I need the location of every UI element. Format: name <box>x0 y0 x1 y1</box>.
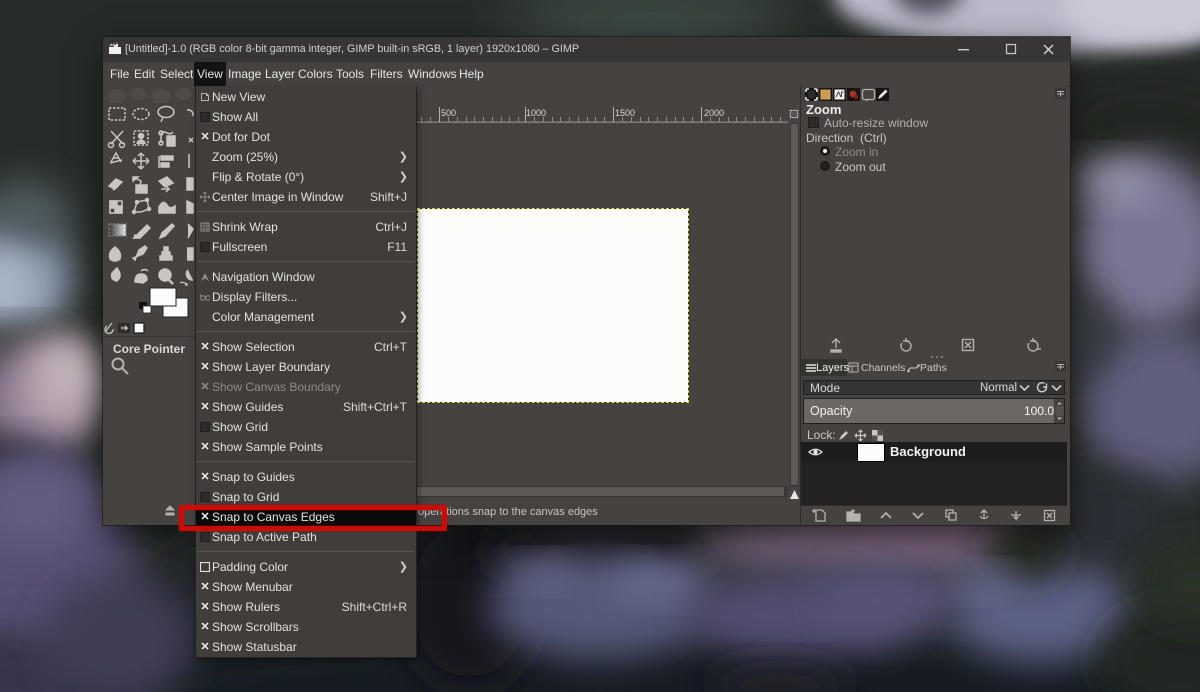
svg-text:1500: 1500 <box>615 108 635 118</box>
svg-text:500: 500 <box>441 108 456 118</box>
svg-text:1000: 1000 <box>526 108 546 118</box>
svg-text:Core Pointer: Core Pointer <box>113 342 185 356</box>
svg-text:2000: 2000 <box>704 108 724 118</box>
